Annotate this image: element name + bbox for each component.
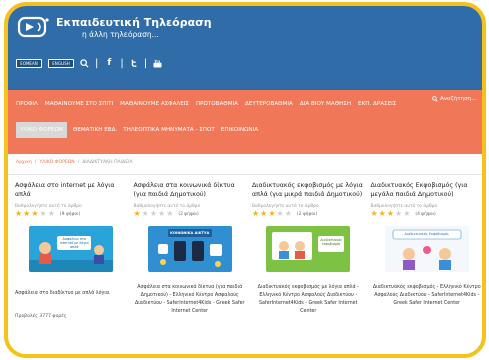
breadcrumb-separator: /: [77, 160, 80, 165]
youtube-icon[interactable]: [153, 59, 162, 68]
article-grid: Ασφάλεια στο internet με λόγια απλά Βαθμ…: [12, 182, 483, 354]
english-badge[interactable]: ENGLISH: [48, 58, 74, 68]
search-icon: [432, 96, 438, 102]
star-icon[interactable]: ★: [150, 210, 157, 218]
eomean-badge[interactable]: EOMEAN: [16, 58, 42, 68]
star-icon[interactable]: ★: [48, 210, 55, 218]
divider: [8, 174, 482, 175]
nav-item-learn-at-home[interactable]: ΜΑΘΑΙΝΟΥΜΕ ΣΤΟ ΣΠΙΤΙ: [45, 100, 113, 108]
article-description: Ασφάλεια στα κοινωνικά δίκτυα (για παιδι…: [135, 285, 245, 314]
article-card: Ασφάλεια στα κοινωνικά δίκτυα (για παιδι…: [131, 182, 250, 354]
nav-item-secondary-education[interactable]: ΔΕΥΤΕΡΟΒΑΘΜΙΑ: [245, 100, 293, 108]
nav-item-profile[interactable]: ΠΡΟΦΙΛ: [16, 100, 38, 108]
article-card: Διαδικτυακός εκφοβισμός με λόγια απλά (γ…: [249, 182, 368, 354]
separator: |: [120, 57, 124, 69]
thumbnail-caption: Ασφάλεια στο internet με λόγια απλά: [59, 237, 89, 250]
article-title[interactable]: Ασφάλεια στο internet με λόγια απλά: [15, 182, 128, 200]
tv-logo-icon[interactable]: [16, 14, 52, 42]
site-header: Εκπαιδευτική Τηλεόραση η άλλη τηλεόραση.…: [8, 6, 482, 90]
video-thumbnail[interactable]: Διαδικτυακός εκφοβισμός: [266, 226, 351, 272]
star-icon[interactable]: ★: [142, 210, 149, 218]
thumbnail-caption: Διαδικτυακός εκφοβισμός: [320, 238, 343, 246]
nav-item-educational-actions[interactable]: ΕΚΠ. ΔΡΑΣΕΙΣ: [358, 100, 396, 108]
star-rating[interactable]: ★ ★ ★ ★ ★ (9 ψήφοι): [15, 210, 128, 218]
nav-row-primary: ΠΡΟΦΙΛ ΜΑΘΑΙΝΟΥΜΕ ΣΤΟ ΣΠΙΤΙ ΜΑΘΑΙΝΟΥΜΕ Α…: [16, 100, 396, 108]
video-thumbnail[interactable]: Διαδικτυακός Εκφοβισμός: [384, 226, 469, 272]
header-social-row: EOMEAN ENGLISH | f | |: [16, 56, 162, 70]
star-icon[interactable]: ★: [166, 210, 173, 218]
breadcrumb-separator: /: [34, 160, 37, 165]
article-card: Ασφάλεια στο internet με λόγια απλά Βαθμ…: [12, 182, 131, 354]
article-card: Διαδικτυακός Εκφοβισμός (για μεγάλα παιδ…: [368, 182, 483, 354]
star-icon[interactable]: ★: [403, 210, 410, 218]
search-box[interactable]: [432, 96, 476, 102]
separator: |: [95, 57, 99, 69]
thumbnail-caption: ΚΟΙΝΩΝΙΚΑ ΔΙΚΤΥΑ: [170, 231, 210, 235]
vote-count: (2 ψήφοι): [296, 211, 318, 217]
main-navigation: ΠΡΟΦΙΛ ΜΑΘΑΙΝΟΥΜΕ ΣΤΟ ΣΠΙΤΙ ΜΑΘΑΙΝΟΥΜΕ Α…: [8, 90, 482, 154]
star-rating[interactable]: ★ ★ ★ ★ ★ (2 ψήφοι): [252, 210, 365, 218]
vote-count: (9 ψήφοι): [59, 211, 81, 217]
nav-item-organizations-material[interactable]: ΥΛΙΚΟ ΦΟΡΕΩΝ: [16, 122, 67, 138]
search-input[interactable]: [440, 96, 476, 102]
view-count: Προβολές 3777 φορές: [15, 314, 67, 319]
star-icon[interactable]: ★: [285, 210, 292, 218]
nav-item-contact[interactable]: ΕΠΙΚΟΙΝΩΝΙΑ: [221, 126, 258, 138]
star-icon[interactable]: ★: [277, 210, 284, 218]
search-icon[interactable]: [80, 58, 89, 68]
nav-row-secondary: ΥΛΙΚΟ ΦΟΡΕΩΝ ΘΕΜΑΤΙΚΗ ΕΒΔ. ΤΗΛΕΟΠΤΙΚΑ ΜΗ…: [16, 122, 258, 138]
star-icon[interactable]: ★: [268, 210, 275, 218]
star-rating[interactable]: ★ ★ ★ ★ ★ (4 ψήφοι): [371, 210, 483, 218]
twitter-icon[interactable]: [130, 59, 138, 67]
star-icon[interactable]: ★: [23, 210, 30, 218]
breadcrumb: Αρχική / ΥΛΙΚΟ ΦΟΡΕΩΝ / ΔΙΑΔΙΚΤΥΑΚΗ ΠΑΙΔ…: [16, 160, 133, 165]
article-description: Διαδικτυακός εκφοβισμός - Ελληνικό Κέντρ…: [372, 285, 481, 306]
article-title[interactable]: Ασφάλεια στα κοινωνικά δίκτυα (για παιδι…: [134, 182, 247, 200]
star-icon[interactable]: ★: [158, 210, 165, 218]
nav-item-tv-spots[interactable]: ΤΗΛΕΟΠΤΙΚΑ ΜΗΝΥΜΑΤΑ - ΣΠΟΤ: [123, 126, 215, 138]
video-thumbnail[interactable]: ΚΟΙΝΩΝΙΚΑ ΔΙΚΤΥΑ: [147, 226, 232, 272]
article-description: Ασφάλεια στο διαδίκτυο με απλά λόγια.: [15, 291, 111, 296]
breadcrumb-current: ΔΙΑΔΙΚΤΥΑΚΗ ΠΑΙΔΕΙΑ: [82, 160, 133, 165]
star-icon[interactable]: ★: [134, 210, 141, 218]
video-thumbnail[interactable]: Ασφάλεια στο internet με λόγια απλά: [29, 226, 114, 272]
star-icon[interactable]: ★: [260, 210, 267, 218]
nav-item-thematic-week[interactable]: ΘΕΜΑΤΙΚΗ ΕΒΔ.: [73, 126, 117, 138]
site-subtitle: η άλλη τηλεόραση...: [82, 30, 159, 39]
article-title[interactable]: Διαδικτυακός Εκφοβισμός (για μεγάλα παιδ…: [371, 182, 483, 200]
star-icon[interactable]: ★: [15, 210, 22, 218]
breadcrumb-home[interactable]: Αρχική: [16, 160, 32, 165]
star-icon[interactable]: ★: [395, 210, 402, 218]
star-icon[interactable]: ★: [371, 210, 378, 218]
star-icon[interactable]: ★: [31, 210, 38, 218]
page-frame: Εκπαιδευτική Τηλεόραση η άλλη τηλεόραση.…: [4, 2, 486, 358]
star-icon[interactable]: ★: [379, 210, 386, 218]
facebook-icon[interactable]: f: [104, 58, 114, 68]
breadcrumb-organizations[interactable]: ΥΛΙΚΟ ΦΟΡΕΩΝ: [39, 160, 74, 165]
article-description: Διαδικτυακός εκφοβισμός με λόγια απλά - …: [257, 285, 359, 314]
star-icon[interactable]: ★: [387, 210, 394, 218]
vote-count: (4 ψήφοι): [415, 211, 436, 217]
nav-item-primary-education[interactable]: ΠΡΩΤΟΒΑΘΜΙΑ: [196, 100, 238, 108]
nav-item-learn-safely[interactable]: ΜΑΘΑΙΝΟΥΜΕ ΑΣΦΑΛΕΙΣ: [120, 100, 189, 108]
star-rating[interactable]: ★ ★ ★ ★ ★ (2 ψήφοι): [134, 210, 247, 218]
article-title[interactable]: Διαδικτυακός εκφοβισμός με λόγια απλά (γ…: [252, 182, 365, 200]
site-title[interactable]: Εκπαιδευτική Τηλεόραση: [56, 16, 212, 29]
thumbnail-image: [266, 226, 351, 272]
star-icon[interactable]: ★: [252, 210, 259, 218]
thumbnail-caption: Διαδικτυακός Εκφοβισμός: [404, 232, 449, 236]
star-icon[interactable]: ★: [40, 210, 47, 218]
vote-count: (2 ψήφοι): [178, 211, 199, 217]
separator: |: [143, 57, 148, 69]
nav-item-lifelong-learning[interactable]: ΔΙΑ ΒΙΟΥ ΜΑΘΗΣΗ: [300, 100, 351, 108]
